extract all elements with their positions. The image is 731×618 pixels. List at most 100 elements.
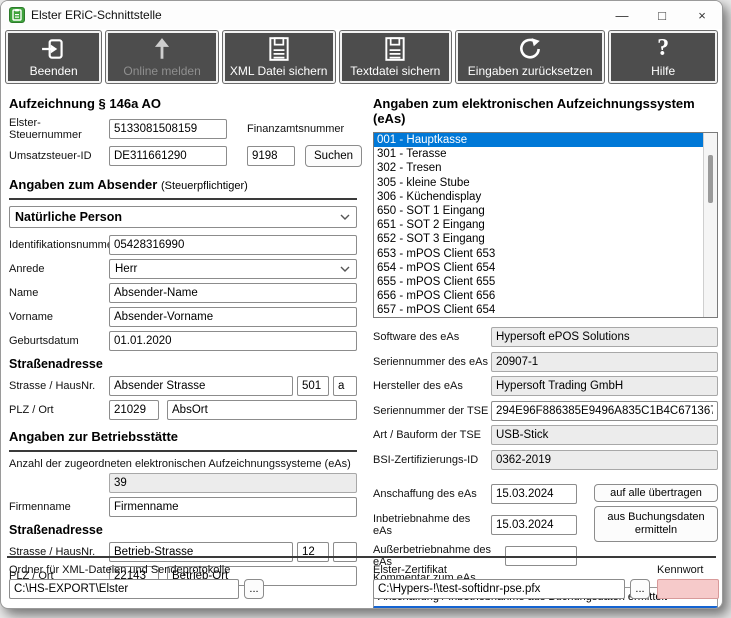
- ustid-input[interactable]: [109, 146, 227, 166]
- separator: [9, 198, 357, 200]
- finanzamtsnummer-label: Finanzamtsnummer: [247, 123, 344, 135]
- eas-list-item[interactable]: 652 - SOT 3 Eingang: [374, 232, 717, 246]
- xml-folder-input[interactable]: [9, 579, 239, 599]
- bottom-bar: Ordner für XML-Dateien und Sendeprotokol…: [1, 564, 722, 609]
- eas-list-item[interactable]: 653 - mPOS Client 653: [374, 247, 717, 261]
- eas-list-item[interactable]: 306 - Küchendisplay: [374, 190, 717, 204]
- zertifikat-browse-button[interactable]: ...: [630, 579, 650, 599]
- textdatei-sichern-label: Textdatei sichern: [350, 64, 440, 78]
- hersteller-eas-value: [491, 376, 718, 396]
- software-eas-value: [491, 327, 718, 347]
- anschaffung-input[interactable]: [491, 484, 577, 504]
- kennwort-input[interactable]: [657, 579, 719, 599]
- kennwort-label: Kennwort: [657, 564, 719, 576]
- anrede-select[interactable]: Herr: [109, 259, 357, 279]
- absender-hausnr-zusatz-input[interactable]: [333, 376, 357, 396]
- online-melden-label: Online melden: [123, 64, 200, 78]
- hilfe-label: Hilfe: [651, 64, 675, 78]
- section-heading-absender: Angaben zum Absender (Steuerpflichtiger): [9, 177, 357, 192]
- close-button[interactable]: ×: [682, 1, 722, 29]
- finanzamtsnummer-input[interactable]: [247, 146, 295, 166]
- person-type-select[interactable]: Natürliche Person: [9, 206, 357, 228]
- beenden-button[interactable]: Beenden: [6, 31, 101, 83]
- eas-list-item[interactable]: 301 - Terasse: [374, 147, 717, 161]
- xml-folder-browse-button[interactable]: ...: [244, 579, 264, 599]
- chevron-down-icon: [340, 266, 350, 272]
- eas-list-item[interactable]: 654 - mPOS Client 654: [374, 261, 717, 275]
- eingaben-zuruecksetzen-button[interactable]: Eingaben zurücksetzen: [456, 31, 604, 83]
- anrede-label: Anrede: [9, 263, 109, 275]
- xml-folder-label: Ordner für XML-Dateien und Sendeprotokol…: [9, 564, 265, 576]
- section-heading-betriebsstaette: Angaben zur Betriebsstätte: [9, 429, 357, 444]
- software-eas-label: Software des eAs: [373, 331, 491, 343]
- textdatei-sichern-button[interactable]: Textdatei sichern: [340, 31, 452, 83]
- reset-icon: [458, 36, 602, 62]
- aus-buchungsdaten-ermitteln-button[interactable]: aus Buchungsdaten ermitteln: [594, 506, 718, 542]
- firmenname-label: Firmenname: [9, 501, 109, 513]
- content-area: Aufzeichnung § 146a AO Elster-Steuernumm…: [1, 86, 722, 609]
- absender-strasse-input[interactable]: [109, 376, 293, 396]
- seriennummer-tse-label: Seriennummer der TSE: [373, 405, 491, 417]
- vorname-input[interactable]: [109, 307, 357, 327]
- beenden-label: Beenden: [30, 64, 78, 78]
- steuernummer-input[interactable]: [109, 119, 227, 139]
- suchen-button[interactable]: Suchen: [305, 145, 362, 167]
- title-bar: Elster ERiC-Schnittstelle — □ ×: [1, 1, 722, 29]
- eas-list-item[interactable]: 657 - mPOS Client 654: [374, 303, 717, 317]
- xml-sichern-button[interactable]: XML Datei sichern: [223, 31, 335, 83]
- inbetriebnahme-input[interactable]: [491, 515, 577, 535]
- absender-heading-suffix: (Steuerpflichtiger): [161, 180, 248, 192]
- betrieb-hausnr-input[interactable]: [297, 542, 329, 562]
- bauform-tse-label: Art / Bauform der TSE: [373, 429, 491, 441]
- auf-alle-uebertragen-button[interactable]: auf alle übertragen: [594, 484, 718, 502]
- hilfe-button[interactable]: ? Hilfe: [609, 31, 717, 83]
- save-floppy-icon: [225, 36, 333, 62]
- firmenname-input[interactable]: [109, 497, 357, 517]
- identifikationsnummer-input[interactable]: [109, 235, 357, 255]
- seriennummer-eas-label: Seriennummer des eAs: [373, 356, 491, 368]
- scrollbar-thumb[interactable]: [708, 155, 713, 203]
- geburtsdatum-label: Geburtsdatum: [9, 335, 109, 347]
- absender-hausnr-input[interactable]: [297, 376, 329, 396]
- eas-list-item[interactable]: 001 - Hauptkasse: [374, 133, 717, 147]
- eas-list-item[interactable]: 305 - kleine Stube: [374, 176, 717, 190]
- eas-list-item[interactable]: 655 - mPOS Client 655: [374, 275, 717, 289]
- betrieb-strasse-input[interactable]: [109, 542, 293, 562]
- betrieb-adresse-heading: Straßenadresse: [9, 523, 357, 537]
- left-column: Aufzeichnung § 146a AO Elster-Steuernumm…: [9, 92, 357, 590]
- steuernummer-label: Elster-Steuernummer: [9, 117, 109, 141]
- xml-sichern-label: XML Datei sichern: [230, 64, 328, 78]
- eas-list-item[interactable]: 650 - SOT 1 Eingang: [374, 204, 717, 218]
- seriennummer-tse-input[interactable]: [491, 401, 718, 421]
- app-window: Elster ERiC-Schnittstelle — □ × Beenden …: [0, 0, 723, 609]
- name-input[interactable]: [109, 283, 357, 303]
- eas-list-scrollbar[interactable]: [703, 133, 717, 317]
- geburtsdatum-input[interactable]: [109, 331, 357, 351]
- identifikationsnummer-label: Identifikationsnummer: [9, 239, 109, 251]
- bsi-zertifizierung-label: BSI-Zertifizierungs-ID: [373, 454, 491, 466]
- save-floppy-icon: [342, 36, 450, 62]
- zertifikat-input[interactable]: [373, 579, 625, 599]
- maximize-button[interactable]: □: [642, 1, 682, 29]
- minimize-button[interactable]: —: [602, 1, 642, 29]
- right-column: Angaben zum elektronischen Aufzeichnungs…: [373, 92, 718, 609]
- anrede-value: Herr: [115, 263, 137, 275]
- betrieb-hausnr-zusatz-input[interactable]: [333, 542, 357, 562]
- absender-plz-label: PLZ / Ort: [9, 404, 109, 416]
- name-label: Name: [9, 287, 109, 299]
- absender-ort-input[interactable]: [167, 400, 357, 420]
- eas-list-item[interactable]: 302 - Tresen: [374, 161, 717, 175]
- upload-arrow-icon: [108, 36, 216, 62]
- bsi-zertifizierung-value: [491, 450, 718, 470]
- online-melden-button[interactable]: Online melden: [106, 31, 218, 83]
- person-type-value: Natürliche Person: [15, 210, 122, 224]
- section-heading-aufzeichnung: Aufzeichnung § 146a AO: [9, 96, 357, 111]
- absender-plz-input[interactable]: [109, 400, 159, 420]
- exit-icon: [8, 36, 99, 62]
- seriennummer-eas-value: [491, 352, 718, 372]
- window-title: Elster ERiC-Schnittstelle: [31, 8, 602, 22]
- anzahl-eas-label: Anzahl der zugeordneten elektronischen A…: [9, 458, 357, 470]
- bauform-tse-value: [491, 425, 718, 445]
- eas-list-item[interactable]: 651 - SOT 2 Eingang: [374, 218, 717, 232]
- eas-list-item[interactable]: 656 - mPOS Client 656: [374, 289, 717, 303]
